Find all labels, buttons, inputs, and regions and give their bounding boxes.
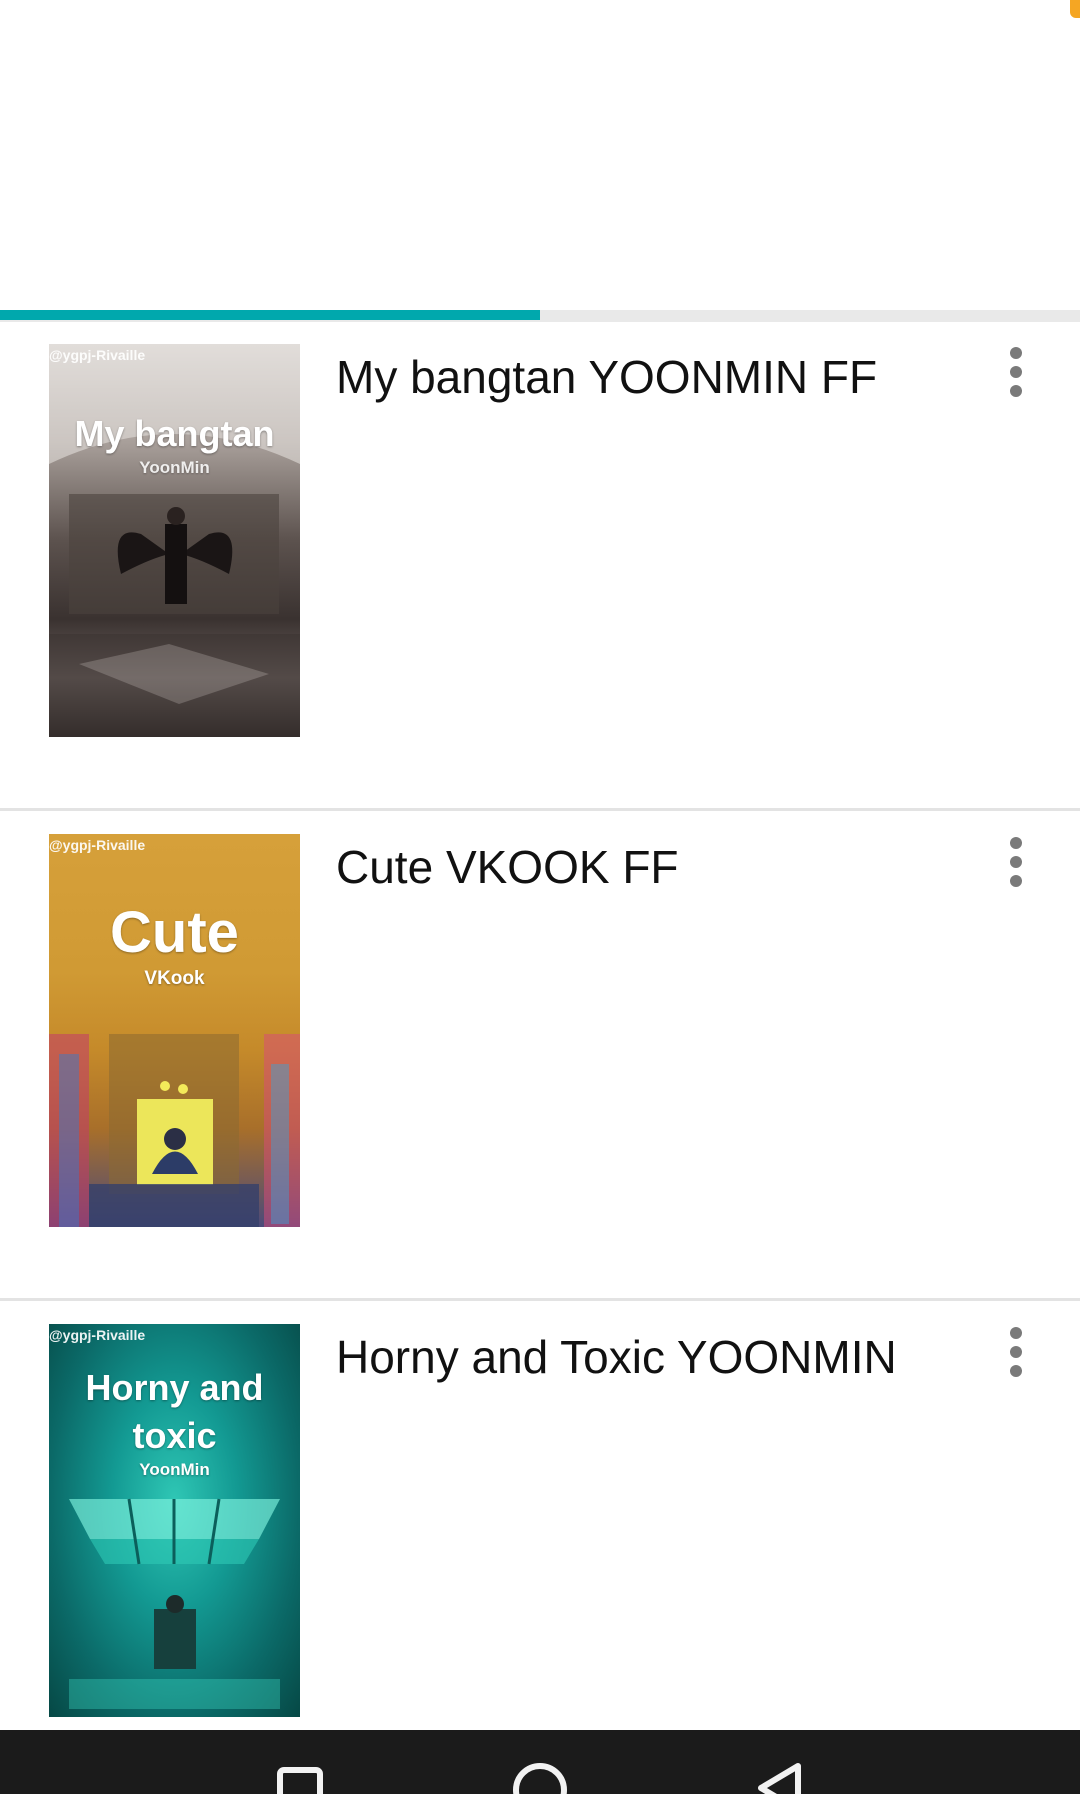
cover-artwork — [49, 1034, 300, 1227]
cover-watermark: @ygpj-Rivaille — [49, 347, 146, 363]
more-vert-icon[interactable] — [996, 832, 1036, 892]
circle-icon — [513, 1763, 567, 1794]
story-list: @ygpj-Rivaille My bangtan YoonMin My ban… — [0, 322, 1080, 1730]
cover-title: Horny and — [85, 1367, 264, 1408]
cover-title: Cute — [110, 900, 239, 965]
home-button[interactable] — [485, 1730, 595, 1794]
row-divider — [0, 1298, 1080, 1301]
story-cover-image[interactable]: @ygpj-Rivaille Horny and toxic YoonMin — [49, 1324, 300, 1717]
cover-subtitle: YoonMin — [139, 1460, 210, 1479]
triangle-icon — [758, 1763, 801, 1794]
cover-subtitle: VKook — [144, 968, 205, 989]
cover-artwork — [49, 344, 300, 737]
story-title[interactable]: My bangtan YOONMIN FF — [336, 350, 976, 404]
cover-watermark: @ygpj-Rivaille — [49, 837, 146, 853]
cover-title-line2: toxic — [132, 1415, 217, 1456]
story-cover-image[interactable]: @ygpj-Rivaille My bangtan YoonMin — [49, 344, 300, 737]
more-vert-icon[interactable] — [996, 1322, 1036, 1382]
header-area — [0, 0, 1080, 310]
active-tab-indicator — [0, 310, 540, 320]
story-row[interactable]: @ygpj-Rivaille My bangtan YoonMin My ban… — [0, 322, 1080, 811]
story-title[interactable]: Horny and Toxic YOONMIN — [336, 1330, 976, 1384]
cover-watermark: @ygpj-Rivaille — [49, 1327, 146, 1343]
cover-subtitle: YoonMin — [139, 458, 210, 477]
story-cover-image[interactable]: @ygpj-Rivaille Cute VKook — [49, 834, 300, 1227]
back-button[interactable] — [725, 1730, 835, 1794]
notification-badge — [1070, 0, 1080, 18]
cover-title: My bangtan — [74, 413, 275, 454]
story-row[interactable]: @ygpj-Rivaille Horny and toxic YoonMin H… — [0, 1302, 1080, 1730]
story-row[interactable]: @ygpj-Rivaille Cute VKook Cute VKOOK FF — [0, 812, 1080, 1301]
system-navigation-bar — [0, 1730, 1080, 1794]
recent-apps-button[interactable] — [245, 1730, 355, 1794]
more-vert-icon[interactable] — [996, 342, 1036, 402]
square-icon — [277, 1767, 323, 1794]
app-screen: @ygpj-Rivaille My bangtan YoonMin My ban… — [0, 0, 1080, 1794]
story-title[interactable]: Cute VKOOK FF — [336, 840, 976, 894]
row-divider — [0, 808, 1080, 811]
